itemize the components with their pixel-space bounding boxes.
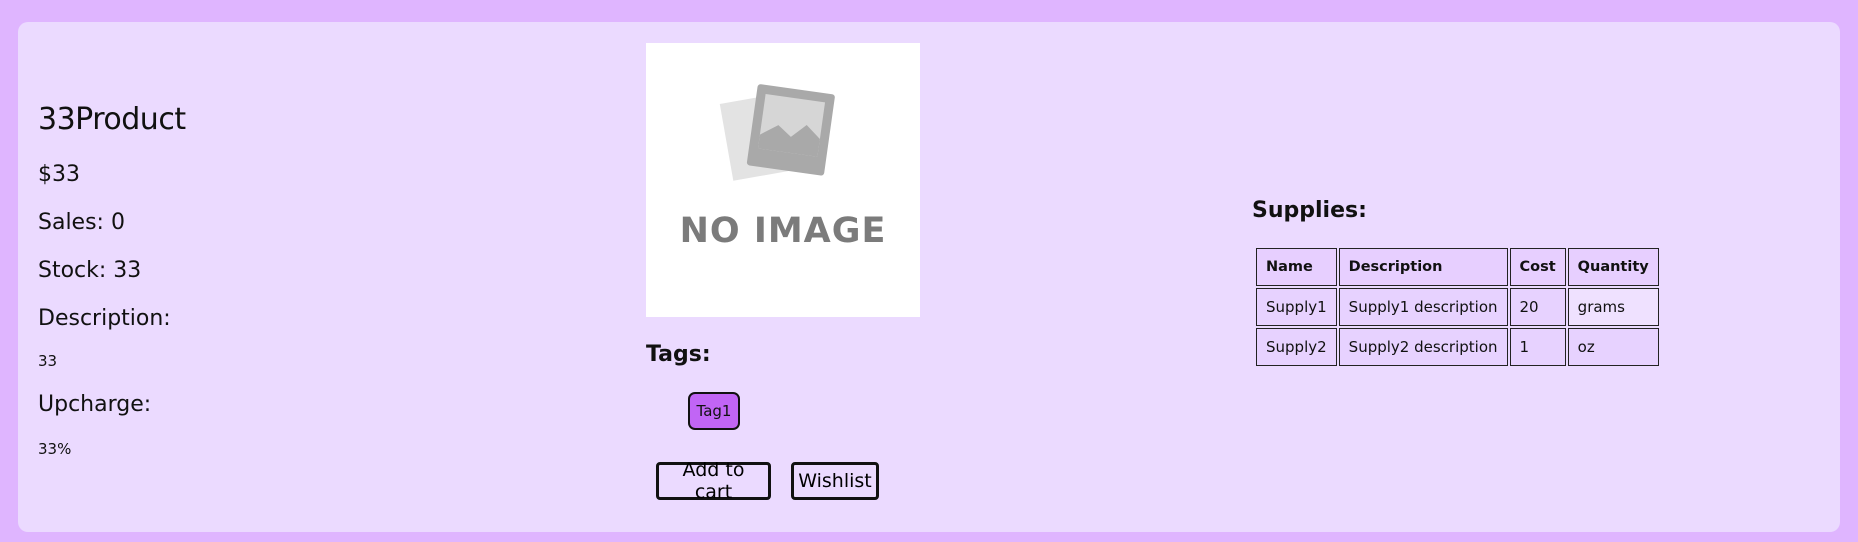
- supply-cost: 20: [1509, 288, 1566, 326]
- product-image: NO IMAGE: [646, 43, 920, 317]
- supply-name: Supply2: [1256, 328, 1337, 366]
- no-image-text: NO IMAGE: [679, 211, 887, 251]
- supply-description: Supply1 description: [1338, 288, 1508, 326]
- supply-quantity: oz: [1567, 328, 1659, 366]
- column-header-quantity: Quantity: [1567, 248, 1659, 286]
- description-value: 33: [38, 352, 58, 370]
- supply-description: Supply2 description: [1338, 328, 1508, 366]
- supply-quantity: grams: [1567, 288, 1659, 326]
- product-stock: Stock: 33: [38, 258, 142, 283]
- table-row: Supply1 Supply1 description 20 grams: [1256, 288, 1659, 326]
- wishlist-button[interactable]: Wishlist: [791, 462, 879, 500]
- image-placeholder-icon: [719, 84, 835, 181]
- product-card: 33Product $33 Sales: 0 Stock: 33 Descrip…: [18, 22, 1840, 532]
- product-price: $33: [38, 162, 80, 187]
- product-title: 33Product: [38, 102, 186, 137]
- upcharge-value: 33%: [38, 440, 72, 458]
- supply-name: Supply1: [1256, 288, 1337, 326]
- upcharge-label: Upcharge:: [38, 392, 152, 417]
- tags-label: Tags:: [646, 342, 711, 367]
- column-header-name: Name: [1256, 248, 1337, 286]
- table-row: Supply2 Supply2 description 1 oz: [1256, 328, 1659, 366]
- tag-chip[interactable]: Tag1: [688, 392, 740, 430]
- table-header-row: Name Description Cost Quantity: [1256, 248, 1659, 286]
- column-header-cost: Cost: [1509, 248, 1566, 286]
- add-to-cart-button[interactable]: Add to cart: [656, 459, 771, 503]
- supply-cost: 1: [1509, 328, 1566, 366]
- product-sales: Sales: 0: [38, 210, 125, 235]
- description-label: Description:: [38, 306, 171, 331]
- supplies-label: Supplies:: [1252, 198, 1367, 223]
- supplies-table: Name Description Cost Quantity Supply1 S…: [1254, 246, 1661, 368]
- column-header-description: Description: [1338, 248, 1508, 286]
